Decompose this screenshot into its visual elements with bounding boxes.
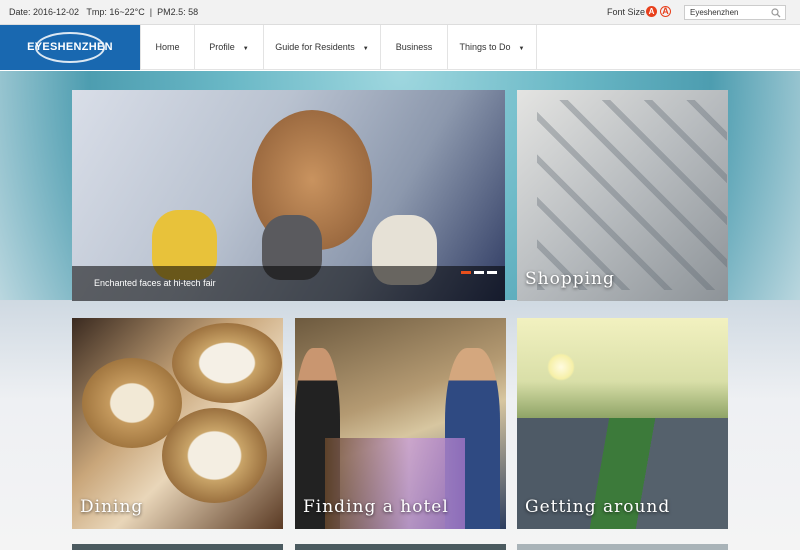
sun-image — [547, 353, 575, 381]
chevron-down-icon: ▼ — [242, 46, 249, 52]
tile-label: Dining — [80, 497, 144, 517]
date-text: Date: 2016-12-02 — [9, 7, 80, 17]
slider-dot-1[interactable] — [461, 271, 471, 274]
escalator-image — [537, 100, 727, 290]
nav-item-label: Things to Do — [459, 42, 511, 52]
weather-info: Date: 2016-12-02 Tmp: 16~22°C | PM2.5: 5… — [9, 7, 199, 17]
tile-next-row-2[interactable] — [295, 544, 506, 550]
chevron-down-icon: ▼ — [362, 46, 369, 52]
font-size-small-button[interactable]: A — [646, 6, 657, 17]
tile-next-row-1[interactable] — [72, 544, 283, 550]
search-box — [684, 5, 786, 20]
nav-item-label: Business — [395, 42, 433, 52]
nav-item-things-to-do[interactable]: Things to Do ▼ — [447, 25, 537, 70]
nav-item-label: Profile — [209, 42, 235, 52]
font-size-large-button[interactable]: A — [660, 6, 671, 17]
temperature-text: Tmp: 16~22°C — [86, 7, 145, 17]
tile-getting-around[interactable]: Getting around — [517, 318, 728, 529]
feature-slider[interactable]: Enchanted faces at hi-tech fair — [72, 90, 505, 301]
top-info-bar: Date: 2016-12-02 Tmp: 16~22°C | PM2.5: 5… — [0, 0, 800, 25]
chevron-down-icon: ▼ — [518, 46, 525, 52]
slider-dot-3[interactable] — [487, 271, 497, 274]
tile-finding-hotel[interactable]: Finding a hotel — [295, 318, 506, 529]
tile-next-row-3[interactable] — [517, 544, 728, 550]
nav-item-guide-for-residents[interactable]: Guide for Residents ▼ — [263, 25, 380, 70]
tile-label: Shopping — [525, 269, 615, 289]
logo-text: EYESHENZHEN — [27, 41, 113, 53]
steamer-basket-image — [162, 408, 267, 503]
slider-dot-2[interactable] — [474, 271, 484, 274]
pm25-text: PM2.5: 58 — [157, 7, 199, 17]
nav-item-business[interactable]: Business — [380, 25, 447, 70]
steamer-basket-image — [172, 323, 282, 403]
tile-label: Finding a hotel — [303, 497, 449, 517]
nav-item-profile[interactable]: Profile ▼ — [194, 25, 263, 70]
nav-item-label: Home — [155, 42, 180, 52]
nav-item-label: Guide for Residents — [275, 42, 355, 52]
tile-shopping[interactable]: Shopping — [517, 90, 728, 301]
slide-caption[interactable]: Enchanted faces at hi-tech fair — [94, 278, 216, 288]
search-input[interactable] — [685, 6, 767, 19]
font-size-label: Font Size — [607, 7, 646, 17]
search-icon[interactable] — [771, 8, 781, 18]
main-navigation: EYESHENZHEN Home Profile ▼ Guide for Resi… — [0, 25, 800, 70]
nav-item-home[interactable]: Home — [140, 25, 194, 70]
site-logo[interactable]: EYESHENZHEN — [0, 25, 140, 70]
tile-dining[interactable]: Dining — [72, 318, 283, 529]
slider-pagination — [458, 261, 497, 279]
tile-label: Getting around — [525, 497, 671, 517]
